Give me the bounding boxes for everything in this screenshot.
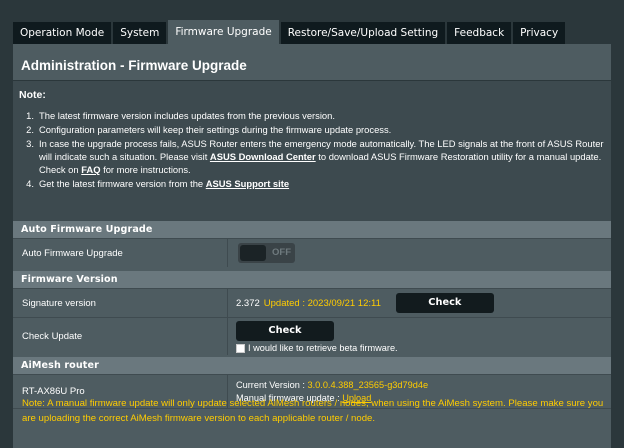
page-title: Administration - Firmware Upgrade — [21, 58, 247, 73]
tab-privacy[interactable]: Privacy — [513, 22, 566, 44]
row-label: Signature version — [13, 289, 228, 317]
tab-operation-mode[interactable]: Operation Mode — [13, 22, 112, 44]
note-text: Configuration parameters will keep their… — [39, 124, 392, 135]
list-item: 2. Configuration parameters will keep th… — [13, 123, 611, 136]
note-text-part: for more instructions. — [100, 164, 191, 175]
check-update-row: Check Update Check I would like to retri… — [13, 317, 611, 355]
firmware-version-section: Firmware Version Signature version 2.372… — [13, 271, 611, 355]
asus-support-site-link[interactable]: ASUS Support site — [206, 178, 289, 189]
signature-updated: Updated : 2023/09/21 12:11 — [263, 297, 381, 309]
row-label: Auto Firmware Upgrade — [13, 239, 228, 267]
current-version-value: 3.0.0.4.388_23565-g3d79d4e — [307, 379, 429, 390]
note-text-part: Get the latest firmware version from the — [39, 178, 206, 189]
current-version-label: Current Version : — [236, 379, 305, 390]
note-number: 2. — [26, 124, 34, 135]
tab-feedback[interactable]: Feedback — [447, 22, 512, 44]
section-header: AiMesh router — [13, 357, 611, 374]
auto-upgrade-row: Auto Firmware Upgrade OFF — [13, 238, 611, 267]
asus-download-center-link[interactable]: ASUS Download Center — [210, 151, 316, 162]
tab-restore-save-upload[interactable]: Restore/Save/Upload Setting — [280, 22, 446, 44]
signature-row: Signature version 2.372 Updated : 2023/0… — [13, 288, 611, 317]
current-version-line: Current Version : 3.0.0.4.388_23565-g3d7… — [236, 379, 428, 392]
tab-bar: Operation Mode System Firmware Upgrade R… — [13, 20, 567, 44]
beta-checkbox[interactable] — [236, 344, 245, 354]
content-panel: Administration - Firmware Upgrade Note: … — [13, 44, 611, 448]
beta-checkbox-label: I would like to retrieve beta firmware. — [248, 343, 398, 353]
row-label: Check Update — [13, 318, 228, 355]
section-header: Auto Firmware Upgrade — [13, 221, 611, 238]
note-list: 1. The latest firmware version includes … — [13, 109, 611, 191]
toggle-knob — [240, 245, 266, 261]
note-number: 4. — [26, 178, 34, 189]
note-number: 3. — [26, 138, 34, 149]
signature-check-button[interactable]: Check — [395, 293, 494, 313]
aimesh-note: Note: A manual firmware update will only… — [22, 398, 604, 424]
beta-option: I would like to retrieve beta firmware. — [236, 343, 398, 354]
tab-firmware-upgrade[interactable]: Firmware Upgrade — [168, 20, 279, 44]
check-update-button[interactable]: Check — [236, 321, 334, 341]
row-value: OFF — [228, 239, 295, 267]
auto-upgrade-section: Auto Firmware Upgrade Auto Firmware Upgr… — [13, 221, 611, 267]
note-text: The latest firmware version includes upd… — [39, 110, 335, 121]
auto-upgrade-toggle[interactable]: OFF — [238, 243, 295, 263]
faq-link[interactable]: FAQ — [81, 164, 100, 175]
toggle-state: OFF — [272, 247, 291, 258]
tab-system[interactable]: System — [113, 22, 167, 44]
section-header: Firmware Version — [13, 271, 611, 288]
note-text: In case the upgrade process fails, ASUS … — [39, 137, 604, 176]
note-label: Note: — [19, 89, 46, 101]
note-text: Get the latest firmware version from the… — [39, 177, 604, 190]
row-value: Check I would like to retrieve beta firm… — [228, 318, 398, 355]
list-item: 1. The latest firmware version includes … — [13, 109, 611, 122]
list-item: 4. Get the latest firmware version from … — [13, 177, 611, 190]
row-value: 2.372 Updated : 2023/09/21 12:11 Check — [228, 289, 494, 317]
note-number: 1. — [26, 110, 34, 121]
signature-value: 2.372 — [236, 297, 260, 309]
list-item: 3. In case the upgrade process fails, AS… — [13, 137, 611, 176]
